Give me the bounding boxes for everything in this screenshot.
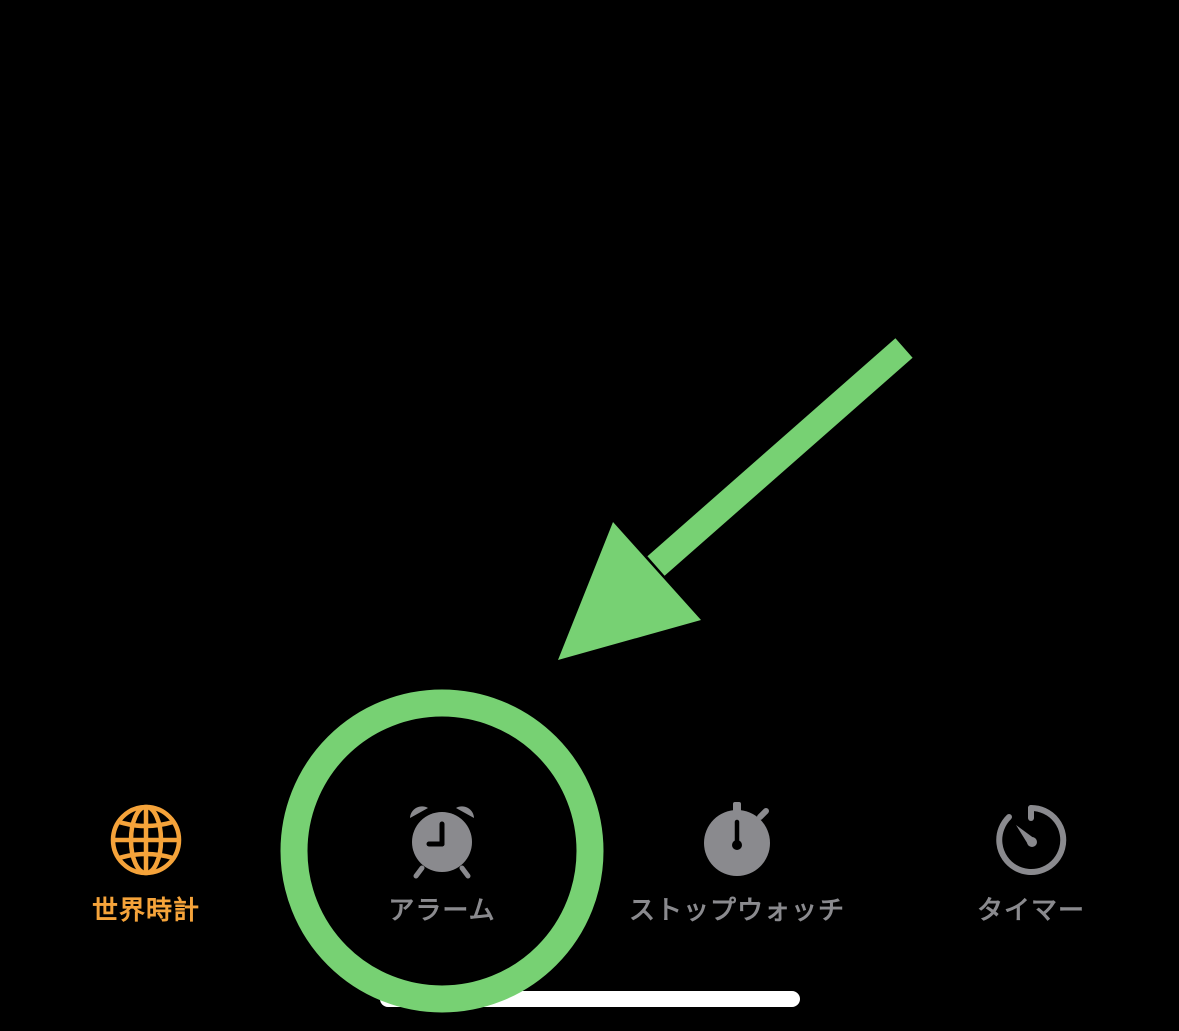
clock-app-screen: 世界時計 アラーム ストップウォッチ タイマー: [0, 0, 1179, 1031]
arrow-annotation: [558, 338, 913, 660]
tab-bar: 世界時計 アラーム ストップウォッチ タイマー: [0, 780, 1179, 950]
tab-label-alarm: アラーム: [388, 896, 496, 926]
tab-label-stopwatch: ストップウォッチ: [628, 896, 845, 926]
home-indicator[interactable]: [380, 991, 800, 1007]
timer-icon: [991, 800, 1071, 880]
tab-timer[interactable]: タイマー: [901, 780, 1161, 930]
globe-icon: [106, 800, 186, 880]
tab-label-world-clock: 世界時計: [91, 896, 200, 926]
tab-world-clock[interactable]: 世界時計: [16, 780, 276, 930]
tab-alarm[interactable]: アラーム: [312, 780, 572, 930]
tab-label-timer: タイマー: [976, 896, 1085, 926]
stopwatch-icon: [697, 800, 777, 880]
alarm-clock-icon: [402, 800, 482, 880]
tab-stopwatch[interactable]: ストップウォッチ: [607, 780, 867, 930]
